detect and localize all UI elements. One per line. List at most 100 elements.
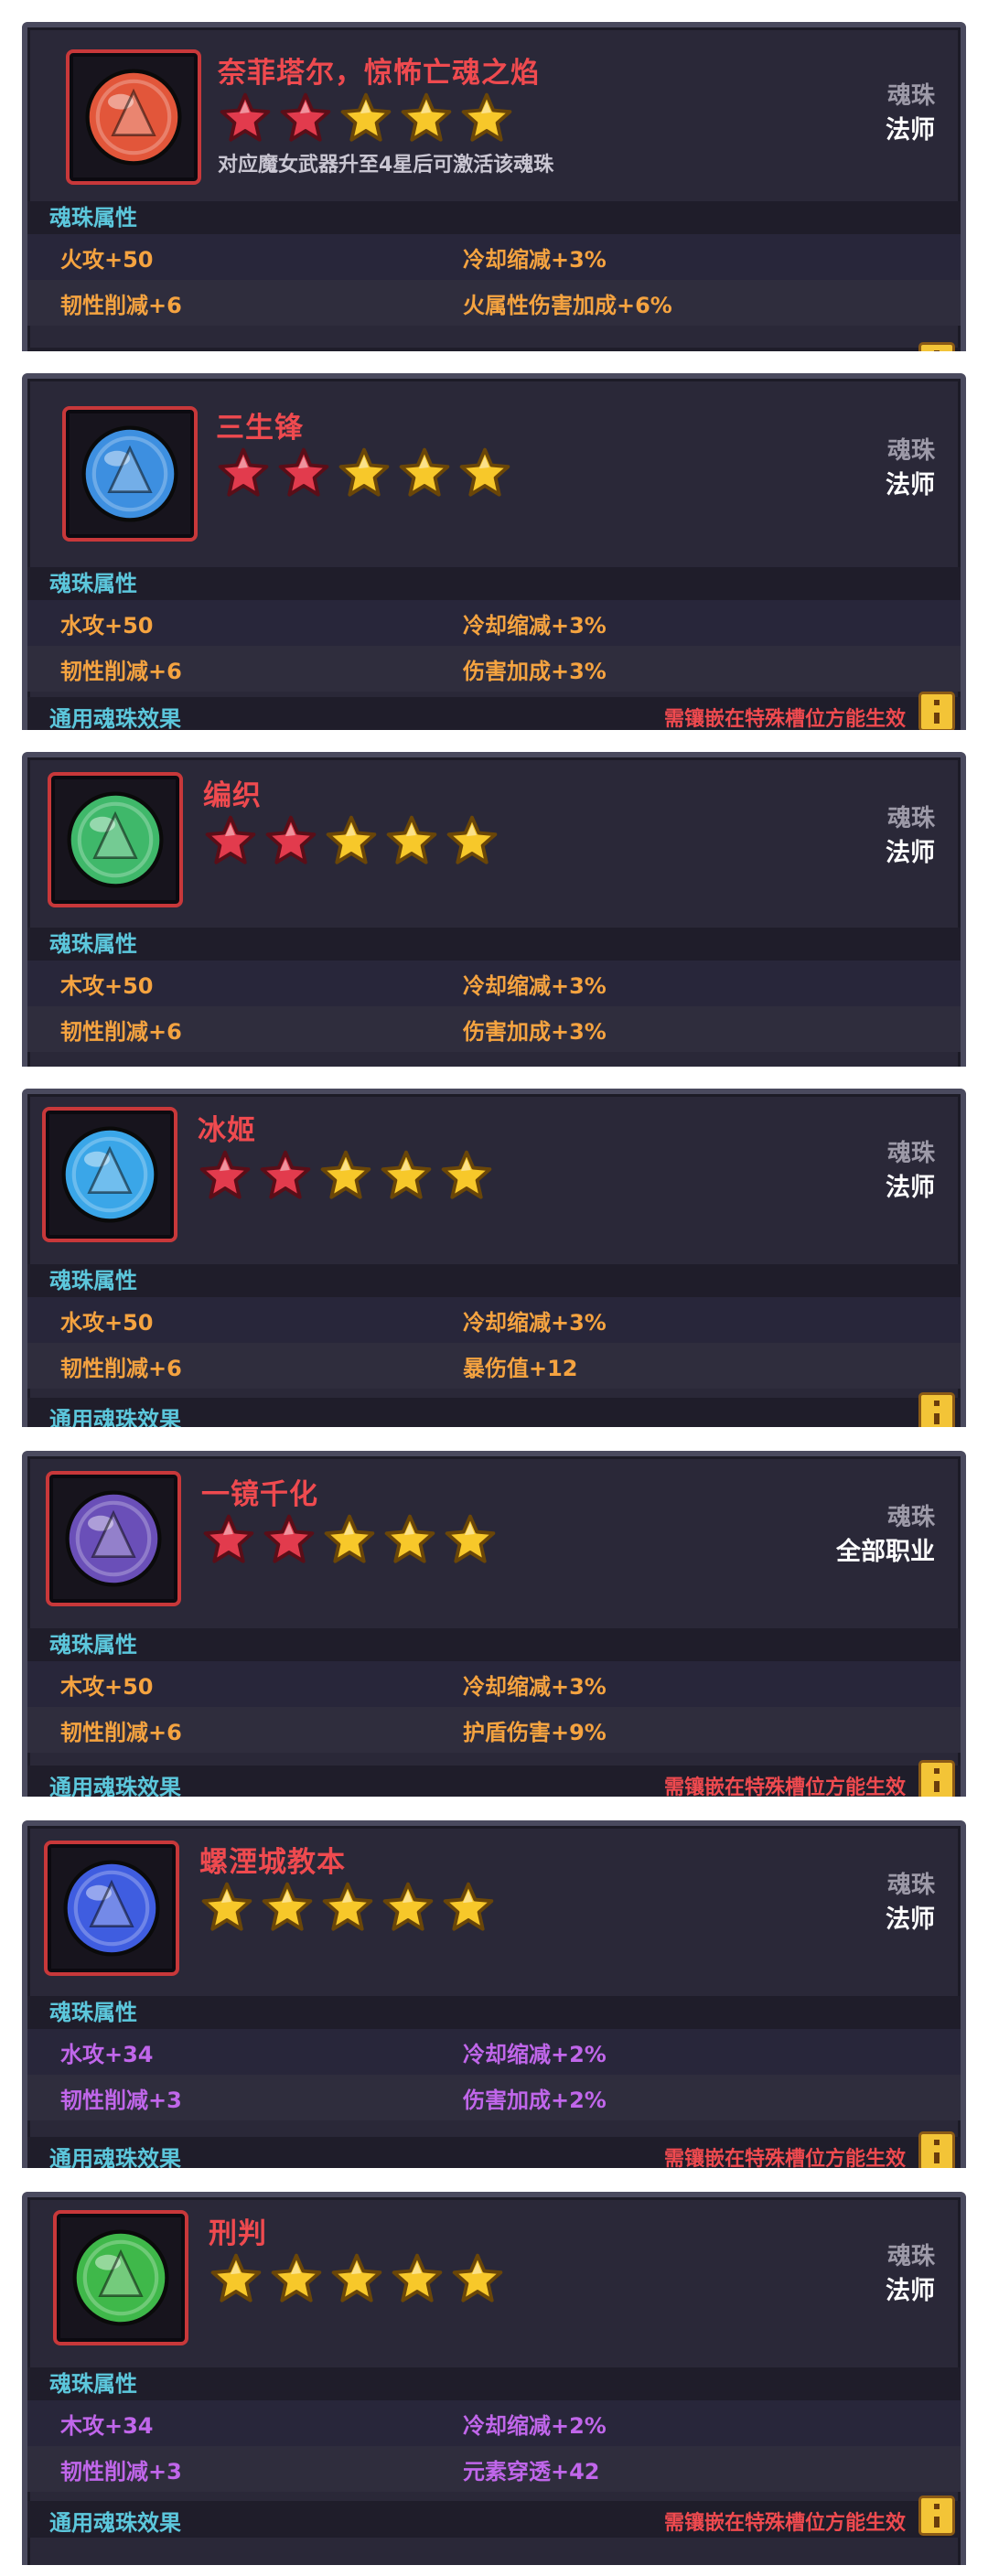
gold-star-icon	[320, 1881, 375, 1937]
attribute-value: 伤害加成+3%	[463, 658, 607, 684]
common-effect-bar[interactable]: 通用魂珠效果 需镶嵌在特殊槽位方能生效	[27, 2496, 961, 2538]
attribute-value: 冷却缩减+3%	[463, 972, 607, 999]
attribute-value: 冷却缩减+2%	[463, 2412, 607, 2439]
gold-star-icon	[441, 1881, 496, 1937]
attribute-header: 魂珠属性	[27, 567, 961, 600]
ice-princess-icon[interactable]	[42, 1107, 177, 1242]
common-effect-bar[interactable]: 通用魂珠效果 需镶嵌在特殊槽位方能生效	[27, 1760, 961, 1797]
gold-star-icon	[260, 1881, 315, 1937]
attribute-value: 火属性伤害加成+6%	[463, 292, 672, 318]
attribute-row: 韧性削减+3 伤害加成+2%	[27, 2075, 961, 2120]
attribute-value: 火攻+50	[60, 246, 154, 273]
gold-star-icon	[199, 1881, 254, 1937]
activation-note: 对应魔女武器升至4星后可激活该魂珠	[218, 154, 554, 177]
attribute-row: 韧性削减+6 伤害加成+3%	[27, 646, 961, 692]
attribute-row: 水攻+50 冷却缩减+3%	[27, 600, 961, 646]
gold-star-icon	[399, 91, 454, 148]
attribute-list: 木攻+50 冷却缩减+3% 韧性削减+6 伤害加成+3%	[27, 961, 961, 1052]
star-rating	[201, 1513, 498, 1570]
orb-type-label: 魂珠	[886, 2243, 935, 2270]
soul-orb-card[interactable]: 三生锋 魂珠 法师 魂珠属性 水攻+50 冷却缩减+3% 韧性削减+6 伤害加成+3% 通用魂珠…	[0, 370, 988, 730]
lock-icon[interactable]	[918, 2496, 955, 2536]
weave-icon[interactable]	[48, 772, 183, 907]
orb-type-label: 魂珠	[886, 1140, 935, 1167]
attribute-value: 木攻+50	[60, 972, 154, 999]
soul-orb-card[interactable]: 刑判 魂珠 法师 魂珠属性 木攻+34 冷却缩减+2% 韧性削减+3 元素穿透+42 通用魂珠效…	[0, 2188, 988, 2565]
mirror-icon[interactable]	[46, 1471, 181, 1606]
orb-class-label: 法师	[886, 1905, 935, 1934]
lock-icon[interactable]	[918, 1392, 955, 1427]
attribute-row: 木攻+50 冷却缩减+3%	[27, 961, 961, 1006]
gold-star-icon	[318, 1149, 373, 1206]
gold-star-icon	[329, 2252, 384, 2309]
attribute-value: 暴伤值+12	[463, 1355, 578, 1381]
attribute-value: 韧性削减+3	[60, 2458, 182, 2485]
attribute-row: 水攻+34 冷却缩减+2%	[27, 2029, 961, 2075]
attribute-value: 水攻+34	[60, 2041, 154, 2067]
blade-icon[interactable]	[62, 406, 198, 542]
attribute-row: 水攻+50 冷却缩减+3%	[27, 1297, 961, 1343]
soul-orb-card[interactable]: 编织 魂珠 法师 魂珠属性 木攻+50 冷却缩减+3% 韧性削减+6 伤害加成+3%	[0, 748, 988, 1067]
attribute-row: 韧性削减+6 伤害加成+3%	[27, 1006, 961, 1052]
attribute-value: 冷却缩减+3%	[463, 1309, 607, 1336]
attribute-value: 韧性削减+6	[60, 1018, 182, 1045]
mace-icon[interactable]	[53, 2210, 188, 2345]
attribute-header: 魂珠属性	[27, 1628, 961, 1661]
soul-orb-card[interactable]: 冰姬 魂珠 法师 魂珠属性 水攻+50 冷却缩减+3% 韧性削减+6 暴伤值+12 通用魂珠效果	[0, 1085, 988, 1427]
gold-star-icon	[450, 2252, 505, 2309]
common-effect-label: 通用魂珠效果	[49, 706, 181, 730]
attribute-value: 韧性削减+3	[60, 2087, 182, 2113]
orb-type-label: 魂珠	[886, 805, 935, 832]
orb-type-label: 魂珠	[886, 1872, 935, 1899]
slot-requirement-text: 需镶嵌在特殊槽位方能生效	[663, 1776, 906, 1797]
attribute-row: 韧性削减+3 元素穿透+42	[27, 2446, 961, 2492]
lock-icon[interactable]	[918, 692, 955, 730]
attribute-header: 魂珠属性	[27, 928, 961, 961]
attribute-row: 韧性削减+6 护盾伤害+9%	[27, 1707, 961, 1753]
attribute-value: 护盾伤害+9%	[463, 1719, 607, 1745]
orb-type-label: 魂珠	[886, 437, 935, 465]
attribute-value: 伤害加成+3%	[463, 1018, 607, 1045]
attribute-value: 木攻+34	[60, 2412, 154, 2439]
attribute-list: 木攻+50 冷却缩减+3% 韧性削减+6 护盾伤害+9%	[27, 1661, 961, 1753]
common-effect-bar[interactable]: 通用魂珠效果	[27, 1392, 961, 1427]
soul-orb-card[interactable]: 螺湮城教本 魂珠 法师 魂珠属性 水攻+34 冷却缩减+2% 韧性削减+3 伤害加成+2% 通用…	[0, 1817, 988, 2168]
common-effect-bar[interactable]: 通用魂珠效果 需镶嵌在特殊槽位方能生效	[27, 692, 961, 730]
lock-icon[interactable]	[918, 342, 955, 351]
flame-wing-icon[interactable]	[66, 49, 201, 185]
attribute-row: 木攻+50 冷却缩减+3%	[27, 1661, 961, 1707]
lock-icon[interactable]	[918, 2131, 955, 2168]
gold-star-icon	[443, 1513, 498, 1570]
soul-orb-card[interactable]: 奈菲塔尔，惊怖亡魂之焰 魂珠 法师 对应魔女武器升至4星后可激活该魂珠 魂珠属性 火攻+5…	[0, 18, 988, 351]
common-effect-label: 通用魂珠效果	[49, 2510, 181, 2536]
common-effect-label: 通用魂珠效果	[49, 2146, 181, 2168]
attribute-value: 冷却缩减+2%	[463, 2041, 607, 2067]
orb-title: 一镜千化	[201, 1478, 318, 1511]
orb-title: 螺湮城教本	[199, 1846, 346, 1879]
star-rating	[209, 2252, 505, 2309]
gold-star-icon	[381, 1881, 435, 1937]
attribute-value: 韧性削减+6	[60, 1355, 182, 1381]
red-star-icon	[262, 1513, 317, 1570]
red-star-icon	[201, 1513, 256, 1570]
gold-star-icon	[390, 2252, 445, 2309]
lock-icon[interactable]	[918, 1760, 955, 1797]
gold-star-icon	[459, 91, 514, 148]
common-effect-bar[interactable]: 通用魂珠效果 需镶嵌在特殊槽位方能生效	[27, 2131, 961, 2168]
orb-class-label: 法师	[886, 116, 935, 145]
gold-star-icon	[269, 2252, 324, 2309]
orb-title: 刑判	[209, 2217, 267, 2250]
attribute-list: 火攻+50 冷却缩减+3% 韧性削减+6 火属性伤害加成+6%	[27, 234, 961, 326]
common-effect-bar[interactable]: 通用魂珠效果	[27, 342, 961, 351]
attribute-value: 元素穿透+42	[463, 2458, 600, 2485]
slot-requirement-text: 需镶嵌在特殊槽位方能生效	[663, 2148, 906, 2168]
attribute-row: 火攻+50 冷却缩减+3%	[27, 234, 961, 280]
attribute-row: 韧性削减+6 暴伤值+12	[27, 1343, 961, 1389]
attribute-list: 水攻+34 冷却缩减+2% 韧性削减+3 伤害加成+2%	[27, 2029, 961, 2120]
slot-requirement-text: 需镶嵌在特殊槽位方能生效	[663, 2512, 906, 2535]
soul-orb-card[interactable]: 一镜千化 魂珠 全部职业 魂珠属性 木攻+50 冷却缩减+3% 韧性削减+6 护盾伤害+9% 通…	[0, 1447, 988, 1797]
tome-icon[interactable]	[44, 1841, 179, 1976]
orb-title: 编织	[203, 779, 262, 812]
common-effect-label: 通用魂珠效果	[49, 1775, 181, 1797]
red-star-icon	[198, 1149, 252, 1206]
